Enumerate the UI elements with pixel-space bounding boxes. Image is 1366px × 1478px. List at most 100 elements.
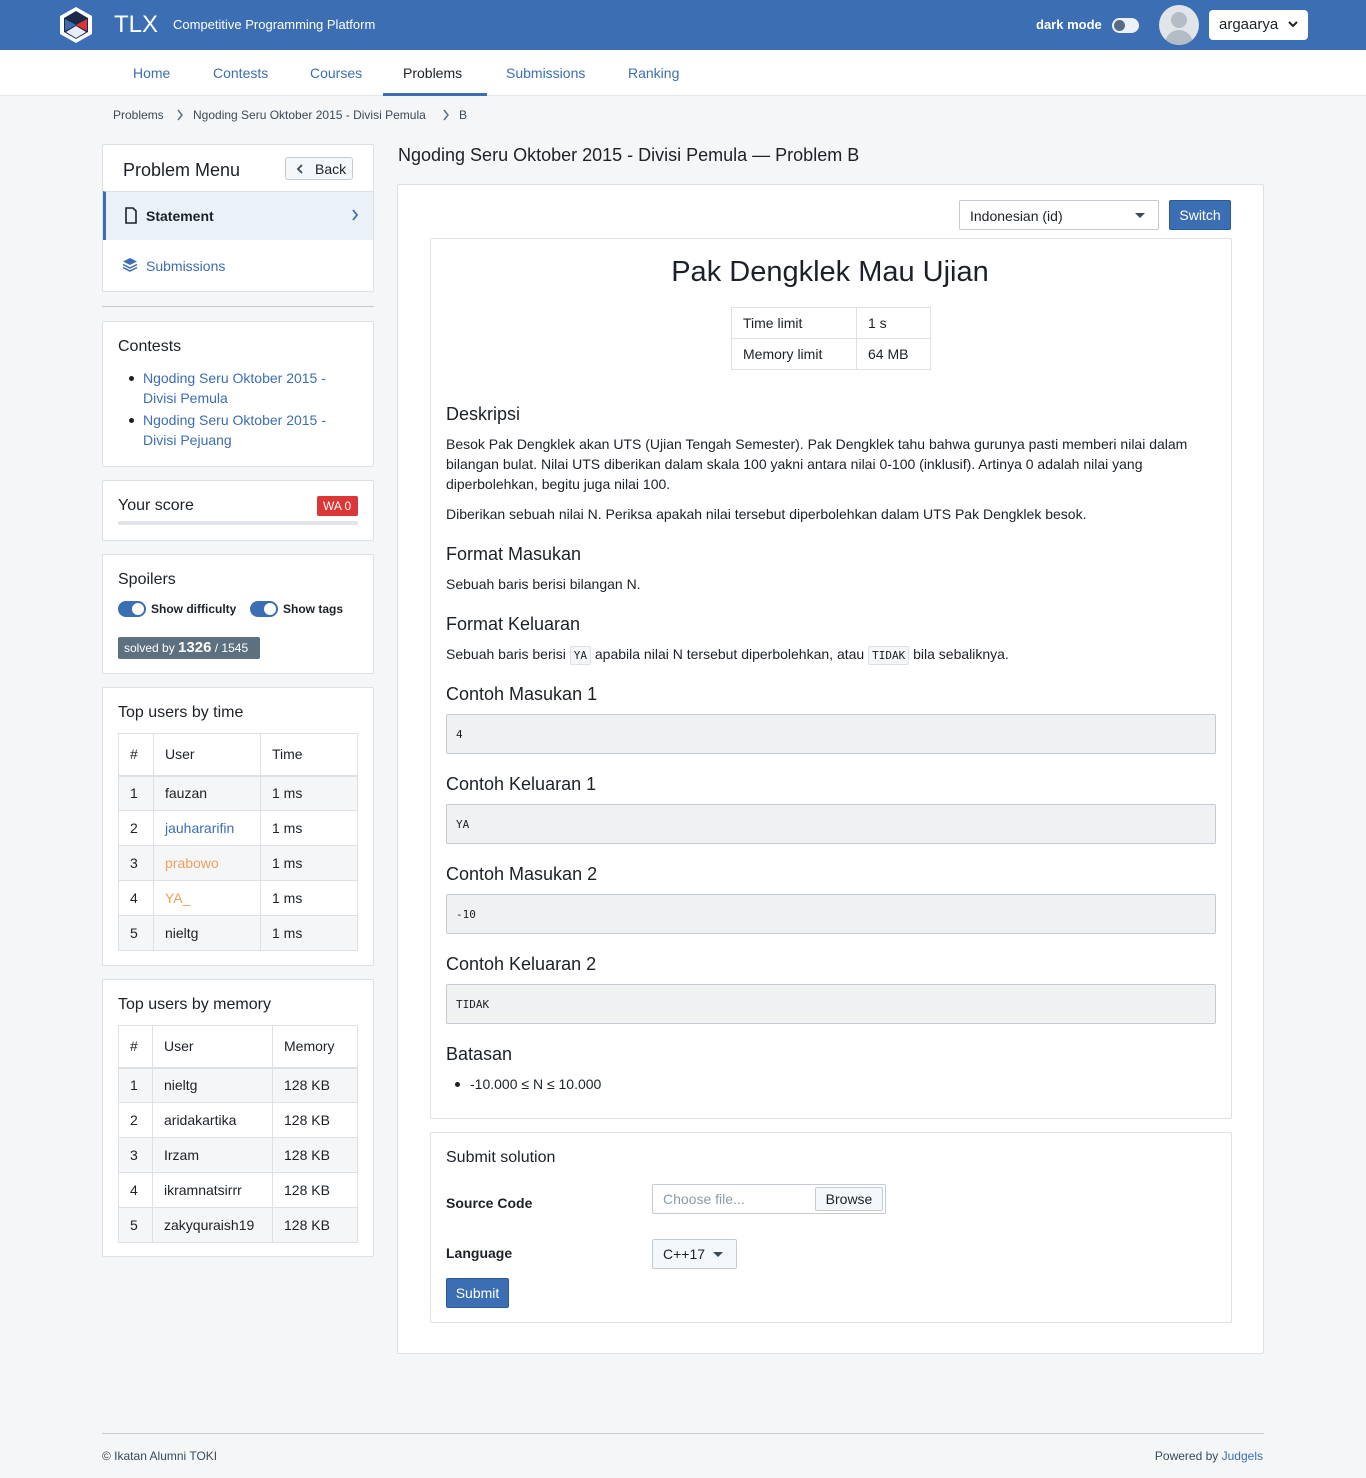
submit-title: Submit solution	[446, 1149, 556, 1166]
limit-value: 1 s	[856, 307, 931, 339]
sample-block: YA	[446, 804, 1216, 844]
chevron-down-icon	[1288, 21, 1298, 28]
text-segment: apabila nilai N tersebut diperbolehkan, …	[594, 646, 865, 662]
score-title: Your score	[118, 497, 194, 514]
brand-tagline: Competitive Programming Platform	[173, 17, 376, 32]
chevron-right-icon	[443, 109, 449, 121]
contest-link[interactable]: Ngoding Seru Oktober 2015 - Divisi Pemul…	[123, 368, 353, 408]
table-row: 5 nieltg 1 ms	[118, 915, 358, 951]
top-time-card: Top users by time # User Time 1 fauzan 1 m…	[102, 687, 374, 966]
table-row: 2 aridakartika 128 KB	[118, 1102, 358, 1138]
contests-title: Contests	[118, 338, 182, 355]
contest-link[interactable]: Ngoding Seru Oktober 2015 - Divisi Pejua…	[123, 410, 353, 450]
rank-cell: 4	[118, 880, 154, 916]
limit-label: Time limit	[731, 307, 857, 339]
language-select[interactable]: C++17	[652, 1239, 737, 1269]
section-heading: Contoh Keluaran 2	[446, 954, 597, 974]
breadcrumb-current: B	[459, 108, 468, 122]
submit-button[interactable]: Submit	[446, 1278, 509, 1308]
memory-cell: 128 KB	[272, 1172, 358, 1208]
footer-divider	[102, 1433, 1264, 1434]
table-row: Time limit 1 s	[731, 307, 931, 339]
rank-cell: 1	[118, 1067, 153, 1103]
user-link[interactable]: fauzan	[153, 775, 261, 811]
user-link[interactable]: jauhararifin	[153, 810, 261, 846]
section-heading: Deskripsi	[446, 404, 521, 424]
rank-cell: 3	[118, 845, 154, 881]
user-link[interactable]: ikramnatsirrr	[152, 1172, 273, 1208]
section-heading: Format Masukan	[446, 544, 582, 564]
sample-block: -10	[446, 894, 1216, 934]
inline-code: YA	[569, 646, 591, 665]
user-link[interactable]: zakyquraish19	[152, 1207, 273, 1243]
tab-courses[interactable]: Courses	[310, 65, 362, 81]
source-file-input[interactable]: Choose file... Browse	[652, 1184, 886, 1214]
column-header: User	[152, 1025, 273, 1069]
limit-label: Memory limit	[731, 338, 857, 370]
breadcrumb-contest[interactable]: Ngoding Seru Oktober 2015 - Divisi Pemul…	[193, 108, 426, 122]
status-badge: WA 0	[317, 496, 358, 516]
column-header: #	[118, 733, 154, 777]
switch-language-button[interactable]: Switch	[1169, 200, 1231, 230]
tab-problems[interactable]: Problems	[403, 65, 462, 81]
user-link[interactable]: nieltg	[152, 1067, 273, 1103]
limit-value: 64 MB	[856, 338, 931, 370]
problem-menu-card: Problem Menu Back Statement Submissions	[102, 144, 374, 292]
memory-cell: 128 KB	[272, 1207, 358, 1243]
section-heading: Contoh Masukan 2	[446, 864, 598, 884]
top-memory-title: Top users by memory	[118, 996, 271, 1013]
brand-name[interactable]: TLX	[114, 11, 158, 39]
rank-cell: 3	[118, 1137, 153, 1173]
judgels-link[interactable]: Judgels	[1222, 1449, 1263, 1463]
show-difficulty-label: Show difficulty	[151, 602, 237, 616]
sample-block: 4	[446, 714, 1216, 754]
top-memory-table: # User Memory 1 nieltg 128 KB 2 aridakartik…	[118, 1025, 358, 1243]
text-segment: bila sebaliknya.	[913, 646, 1009, 662]
tab-ranking[interactable]: Ranking	[628, 65, 679, 81]
user-link[interactable]: YA_	[153, 880, 261, 916]
menu-item-submissions[interactable]: Submissions	[103, 240, 373, 290]
show-difficulty-toggle[interactable]	[118, 601, 146, 617]
solved-count: 1326	[178, 639, 212, 656]
menu-item-statement[interactable]: Statement	[103, 191, 373, 240]
column-header: #	[118, 1025, 153, 1069]
tab-contests[interactable]: Contests	[213, 65, 268, 81]
tlx-logo-icon[interactable]	[56, 5, 96, 45]
tab-submissions[interactable]: Submissions	[506, 65, 585, 81]
tab-home[interactable]: Home	[133, 65, 170, 81]
user-link[interactable]: Irzam	[152, 1137, 273, 1173]
show-tags-toggle[interactable]	[250, 601, 278, 617]
chevron-right-icon	[177, 109, 183, 121]
solved-prefix: solved by	[124, 641, 175, 655]
avatar[interactable]	[1159, 5, 1199, 45]
menu-item-label: Statement	[146, 208, 214, 224]
section-heading: Contoh Keluaran 1	[446, 774, 597, 794]
table-row: 3 prabowo 1 ms	[118, 845, 358, 881]
dark-mode-toggle[interactable]	[1112, 18, 1139, 33]
user-link[interactable]: aridakartika	[152, 1102, 273, 1138]
table-row: 5 zakyquraish19 128 KB	[118, 1207, 358, 1243]
solved-total: / 1545	[214, 641, 249, 655]
statement-language-select[interactable]: Indonesian (id)	[959, 200, 1159, 230]
language-label: Language	[446, 1245, 513, 1261]
layers-icon	[122, 258, 138, 272]
dark-mode-label: dark mode	[1036, 17, 1102, 32]
column-header: Memory	[272, 1025, 358, 1069]
top-time-table: # User Time 1 fauzan 1 ms 2 jauhararifin 1 m…	[118, 733, 358, 951]
text-segment: Sebuah baris berisi	[446, 646, 566, 662]
menu-item-label: Submissions	[146, 258, 226, 274]
browse-button[interactable]: Browse	[815, 1187, 883, 1211]
back-button[interactable]: Back	[285, 157, 353, 180]
user-link[interactable]: nieltg	[153, 915, 261, 951]
breadcrumb-problems[interactable]: Problems	[113, 108, 164, 122]
rank-cell: 2	[118, 810, 154, 846]
section-heading: Contoh Masukan 1	[446, 684, 598, 704]
table-row: 2 jauhararifin 1 ms	[118, 810, 358, 846]
submit-card: Submit solution	[430, 1132, 1232, 1323]
score-card: Your score WA 0	[102, 480, 374, 541]
user-menu-button[interactable]: argaarya	[1209, 10, 1308, 40]
sample-block: TIDAK	[446, 984, 1216, 1024]
user-link[interactable]: prabowo	[153, 845, 261, 881]
score-progress-bar	[118, 521, 358, 525]
memory-cell: 128 KB	[272, 1067, 358, 1103]
